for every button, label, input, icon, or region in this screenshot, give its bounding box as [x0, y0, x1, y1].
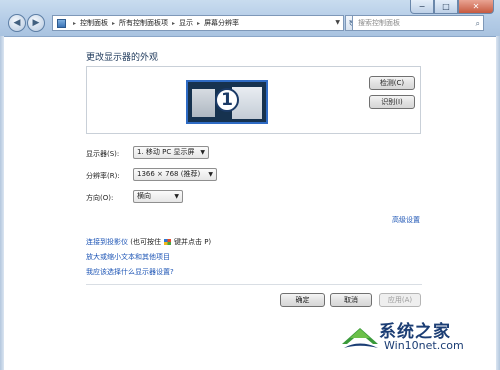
forward-button[interactable]: ▶	[27, 14, 45, 32]
breadcrumb-separator: ▸	[197, 19, 201, 27]
breadcrumb-separator: ▸	[172, 19, 176, 27]
resolution-label: 分辨率(R):	[86, 172, 120, 180]
address-bar[interactable]: ▸ 控制面板 ▸ 所有控制面板项 ▸ 显示 ▸ 屏幕分辨率 ▼	[52, 15, 344, 31]
divider	[86, 284, 422, 285]
monitor-number-badge: 1	[215, 88, 239, 112]
display-select[interactable]: 1. 移动 PC 显示屏 ▼	[133, 146, 209, 159]
monitor-window-left	[192, 89, 215, 117]
connect-projector-link[interactable]: 连接到投影仪	[86, 238, 128, 246]
breadcrumb-separator: ▸	[112, 19, 116, 27]
close-button[interactable]: ✕	[458, 0, 494, 14]
chevron-down-icon: ▼	[208, 171, 213, 178]
identify-button[interactable]: 识别(I)	[369, 95, 415, 109]
back-arrow-icon: ◀	[13, 18, 21, 28]
chevron-down-icon: ▼	[174, 193, 179, 200]
search-placeholder: 搜索控制面板	[358, 19, 400, 27]
watermark-url: Win10net.com	[384, 339, 464, 352]
search-icon[interactable]: ⌕	[476, 17, 480, 31]
monitor-icon[interactable]: 1	[186, 80, 268, 124]
projector-hint-prefix: (也可按住	[130, 238, 161, 246]
back-button[interactable]: ◀	[8, 14, 26, 32]
maximize-button[interactable]: □	[434, 0, 458, 14]
resolution-select[interactable]: 1366 × 768 (推荐) ▼	[133, 168, 217, 181]
orientation-select[interactable]: 横向 ▼	[133, 190, 183, 203]
display-settings-help-link[interactable]: 我应该选择什么显示器设置?	[86, 267, 174, 277]
advanced-settings-link[interactable]: 高级设置	[392, 215, 420, 225]
control-panel-icon	[57, 18, 66, 28]
breadcrumb-item-display[interactable]: 显示	[179, 18, 193, 28]
breadcrumb-item-all-items[interactable]: 所有控制面板项	[119, 18, 168, 28]
breadcrumb-item-screen-resolution[interactable]: 屏幕分辨率	[204, 18, 239, 28]
minimize-button[interactable]: −	[410, 0, 434, 14]
projector-hint-suffix: 键并点击 P)	[173, 238, 212, 246]
breadcrumb-item-control-panel[interactable]: 控制面板	[80, 18, 108, 28]
resolution-select-value: 1366 × 768 (推荐)	[137, 170, 201, 178]
search-input[interactable]: 搜索控制面板 ⌕	[352, 15, 484, 31]
apply-button[interactable]: 应用(A)	[379, 293, 421, 307]
projector-row: 连接到投影仪 (也可按住 键并点击 P)	[86, 237, 211, 247]
window-controls: − □ ✕	[410, 0, 494, 14]
display-label: 显示器(S):	[86, 150, 120, 158]
breadcrumb-separator: ▸	[73, 19, 77, 27]
chevron-down-icon: ▼	[200, 149, 205, 156]
text-size-link[interactable]: 放大或缩小文本和其他项目	[86, 252, 170, 262]
display-select-value: 1. 移动 PC 显示屏	[137, 148, 195, 156]
forward-arrow-icon: ▶	[32, 18, 40, 28]
ok-button[interactable]: 确定	[280, 293, 325, 307]
orientation-select-value: 横向	[137, 192, 151, 200]
window-frame-left	[0, 36, 4, 370]
chevron-down-icon[interactable]: ▼	[335, 19, 340, 26]
cancel-button[interactable]: 取消	[330, 293, 372, 307]
watermark-logo-icon	[342, 328, 378, 348]
title-bar: − □ ✕ ◀ ▶ ▸ 控制面板 ▸ 所有控制面板项 ▸ 显示 ▸ 屏幕分辨率 …	[0, 0, 500, 37]
page-title: 更改显示器的外观	[86, 53, 159, 63]
orientation-label: 方向(O):	[86, 194, 114, 202]
window-frame-right	[496, 36, 500, 370]
detect-button[interactable]: 检测(C)	[369, 76, 415, 90]
windows-logo-icon	[163, 239, 171, 245]
display-preview-area: 1 检测(C) 识别(I)	[86, 66, 421, 134]
